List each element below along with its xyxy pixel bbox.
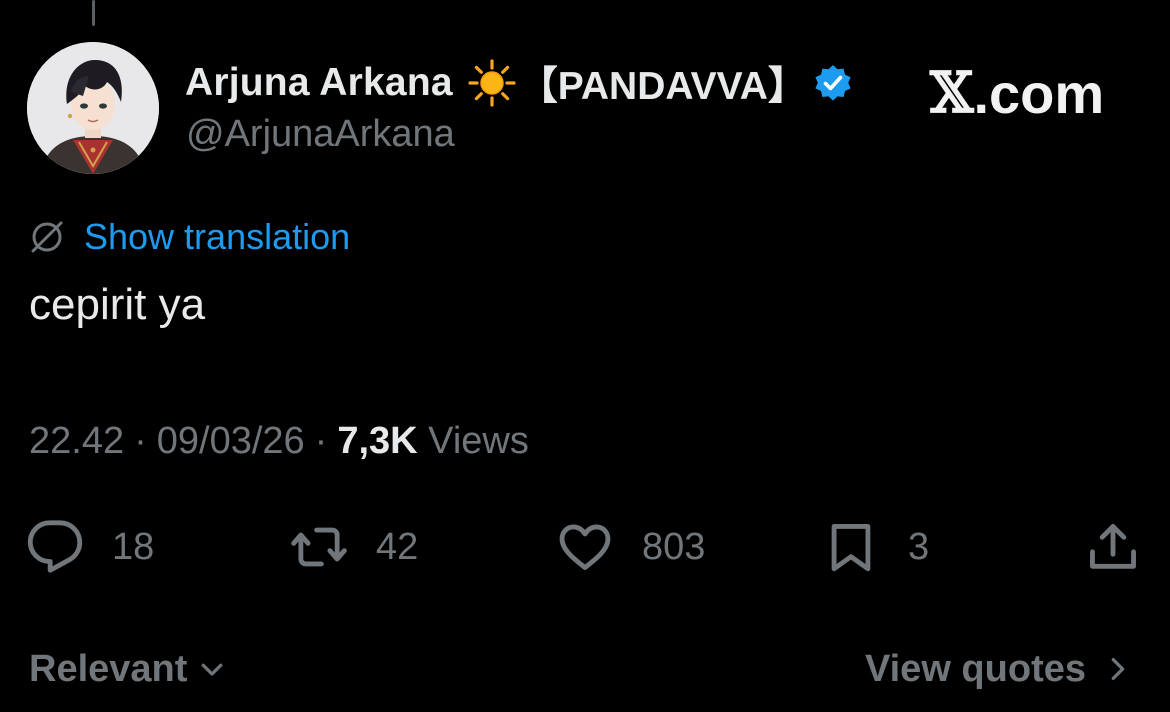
display-name-row: Arjuna Arkana 【PANDAVVA】 bbox=[185, 58, 853, 108]
share-button[interactable] bbox=[1084, 512, 1142, 582]
bookmark-count: 3 bbox=[908, 525, 930, 568]
tweet-time[interactable]: 22.42 bbox=[29, 420, 124, 462]
tweet-meta: 22.42 · 09/03/26 · 7,3K Views bbox=[29, 420, 529, 463]
repost-icon bbox=[291, 527, 347, 567]
chevron-down-icon bbox=[202, 663, 223, 676]
sort-label: Relevant bbox=[29, 647, 188, 690]
repost-button[interactable]: 42 bbox=[290, 512, 418, 582]
views-count: 7,3K bbox=[337, 420, 418, 462]
avatar[interactable] bbox=[27, 42, 159, 174]
action-bar: 18 42 803 3 bbox=[0, 512, 1170, 582]
views-label: Views bbox=[428, 420, 529, 462]
thread-connector-line bbox=[92, 0, 95, 26]
reply-button[interactable]: 18 bbox=[26, 512, 154, 582]
tweet-date[interactable]: 09/03/26 bbox=[157, 420, 305, 462]
display-name[interactable]: Arjuna Arkana bbox=[185, 61, 453, 105]
like-count: 803 bbox=[642, 525, 706, 568]
bookmark-icon bbox=[831, 524, 871, 572]
brand-domain: .com bbox=[973, 61, 1105, 125]
translation-row[interactable]: Show translation bbox=[28, 214, 350, 260]
repost-count: 42 bbox=[376, 525, 419, 568]
meta-separator: · bbox=[314, 420, 328, 462]
affiliation-tag: 【PANDAVVA】 bbox=[518, 65, 807, 108]
sun-icon bbox=[467, 58, 517, 108]
view-quotes-link[interactable]: View quotes bbox=[865, 644, 1132, 694]
sort-dropdown[interactable]: Relevant bbox=[29, 644, 227, 694]
reply-count: 18 bbox=[112, 525, 155, 568]
share-icon bbox=[1090, 524, 1136, 569]
like-button[interactable]: 803 bbox=[556, 512, 705, 582]
reply-icon bbox=[27, 520, 83, 573]
anime-avatar-icon bbox=[27, 42, 159, 174]
show-translation-link[interactable]: Show translation bbox=[84, 216, 350, 258]
verified-badge-icon[interactable] bbox=[813, 63, 853, 103]
x-logo-mark: 𝕏 bbox=[930, 60, 974, 126]
brand-watermark: 𝕏 .com bbox=[930, 58, 1104, 128]
meta-separator: · bbox=[134, 420, 147, 462]
tweet-text: cepirit ya bbox=[29, 280, 206, 329]
globe-slash-icon bbox=[28, 218, 66, 256]
chevron-right-icon bbox=[1111, 658, 1125, 680]
view-quotes-label: View quotes bbox=[864, 647, 1086, 690]
bookmark-button[interactable]: 3 bbox=[822, 512, 929, 582]
heart-icon bbox=[559, 524, 611, 570]
user-handle[interactable]: @ArjunaArkana bbox=[186, 113, 455, 156]
